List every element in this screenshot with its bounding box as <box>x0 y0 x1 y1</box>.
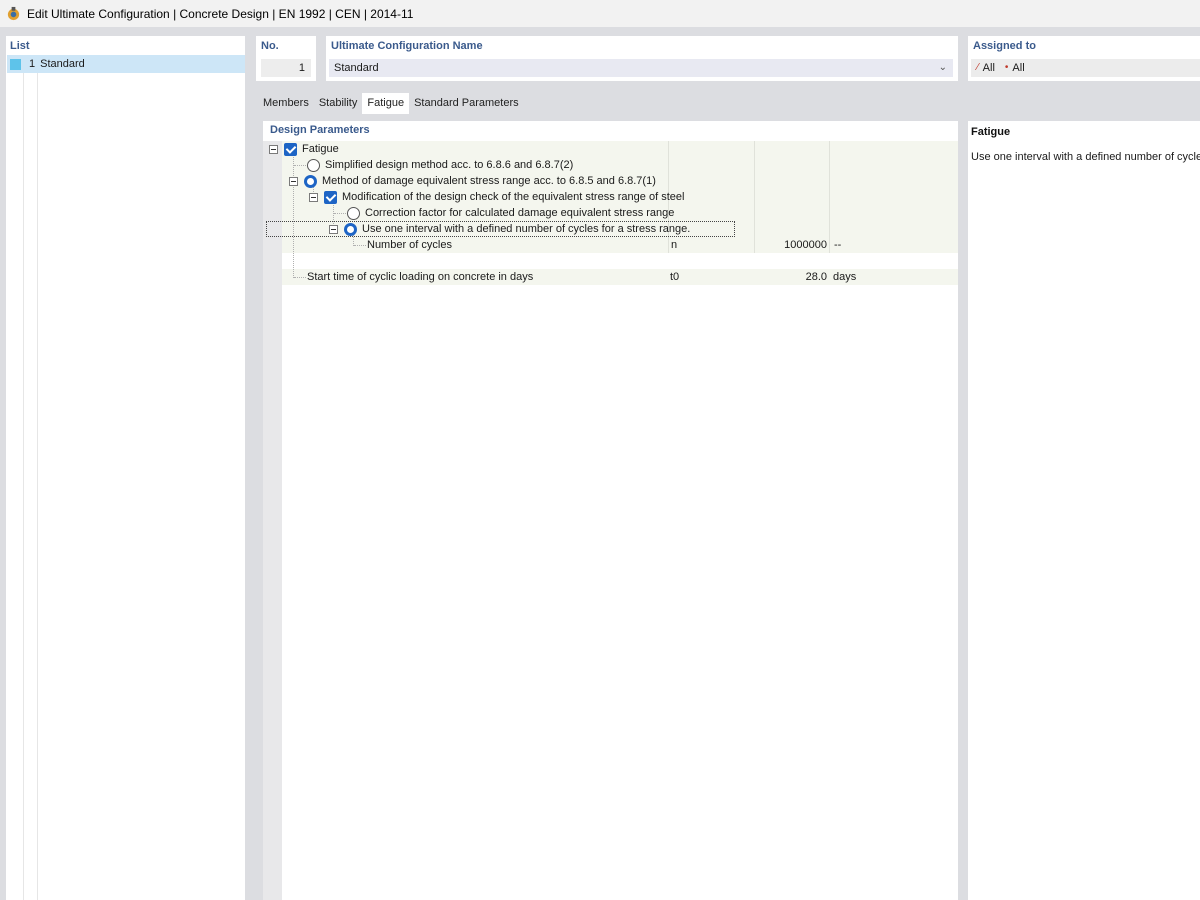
assigned-header: Assigned to <box>973 40 1036 52</box>
name-panel: Ultimate Configuration Name Standard ⌄ <box>326 36 958 81</box>
start-time-label: Start time of cyclic loading on concrete… <box>307 271 534 283</box>
modification-label: Modification of the design check of the … <box>342 191 685 203</box>
start-time-value[interactable]: 28.0 <box>754 269 829 285</box>
assigned-nodes: All <box>1012 62 1025 74</box>
collapse-icon[interactable] <box>269 144 278 154</box>
fatigue-node[interactable]: Fatigue <box>269 141 339 157</box>
cycles-label: Number of cycles <box>367 239 452 251</box>
list-header: List <box>10 40 30 52</box>
app-logo-icon <box>7 6 20 21</box>
tree-line <box>334 213 346 214</box>
simplified-method-option[interactable]: Simplified design method acc. to 6.8.6 a… <box>307 157 573 173</box>
start-time-symbol: t0 <box>670 271 680 283</box>
correction-factor-radio[interactable] <box>347 206 360 220</box>
table-row <box>282 141 958 157</box>
row-header-strip <box>263 141 282 900</box>
table-row <box>282 253 958 269</box>
collapse-icon[interactable] <box>289 176 298 186</box>
assigned-members: All <box>982 62 995 74</box>
window-title: Edit Ultimate Configuration | Concrete D… <box>27 6 414 21</box>
list-panel: List 1 Standard <box>6 36 245 900</box>
tab-stability[interactable]: Stability <box>314 93 363 114</box>
chevron-down-icon[interactable]: ⌄ <box>939 59 947 77</box>
damage-equivalent-option[interactable]: Method of damage equivalent stress range… <box>289 173 656 189</box>
list-divider <box>23 73 24 900</box>
correction-factor-label: Correction factor for calculated damage … <box>365 207 675 219</box>
focus-indicator <box>266 221 735 237</box>
assigned-field[interactable]: ⁄ All • All <box>971 59 1200 77</box>
start-time-unit: days <box>833 271 857 283</box>
number-field: 1 <box>261 59 311 77</box>
simplified-method-radio[interactable] <box>307 158 320 172</box>
collapse-icon[interactable] <box>309 192 318 202</box>
node-icon: • <box>1004 62 1009 73</box>
tab-bar: Members Stability Fatigue Standard Param… <box>258 93 524 114</box>
member-icon: ⁄ <box>977 62 979 73</box>
number-header: No. <box>261 40 279 52</box>
configuration-name-select[interactable]: Standard ⌄ <box>329 59 953 77</box>
cycles-unit: -- <box>829 237 958 253</box>
tree-line <box>354 245 366 246</box>
list-item[interactable]: 1 Standard <box>7 55 245 73</box>
list-item-name: Standard <box>40 58 85 70</box>
design-parameters-panel: Design Parameters n 1000000 -- t0 28.0 d… <box>263 121 958 900</box>
cycles-label-item: Number of cycles <box>367 237 452 253</box>
tree-line <box>294 165 306 166</box>
start-time-label-item: Start time of cyclic loading on concrete… <box>307 269 533 285</box>
design-parameters-header: Design Parameters <box>270 124 370 136</box>
name-header: Ultimate Configuration Name <box>331 40 483 52</box>
tab-members[interactable]: Members <box>258 93 314 114</box>
fatigue-checkbox[interactable] <box>284 142 297 156</box>
fatigue-label: Fatigue <box>302 143 339 155</box>
cycles-value[interactable]: 1000000 <box>754 237 829 253</box>
damage-equivalent-label: Method of damage equivalent stress range… <box>322 175 656 187</box>
modification-node[interactable]: Modification of the design check of the … <box>309 189 684 205</box>
help-panel: Fatigue Use one interval with a defined … <box>968 121 1200 900</box>
simplified-method-label: Simplified design method acc. to 6.8.6 a… <box>325 159 574 171</box>
list-divider <box>37 73 38 900</box>
cycles-symbol: n <box>668 237 754 253</box>
number-panel: No. 1 <box>256 36 316 81</box>
help-text: Use one interval with a defined number o… <box>971 151 1200 163</box>
tree-line <box>294 277 306 278</box>
title-bar: Edit Ultimate Configuration | Concrete D… <box>0 0 1200 27</box>
list-item-number: 1 <box>29 58 36 70</box>
color-swatch <box>10 58 21 70</box>
help-title: Fatigue <box>971 126 1011 138</box>
damage-equivalent-radio[interactable] <box>304 174 317 188</box>
correction-factor-option[interactable]: Correction factor for calculated damage … <box>347 205 674 221</box>
tab-fatigue[interactable]: Fatigue <box>362 93 410 114</box>
modification-checkbox[interactable] <box>324 190 337 204</box>
tab-standard-parameters[interactable]: Standard Parameters <box>409 93 524 114</box>
assigned-panel: Assigned to ⁄ All • All <box>968 36 1200 81</box>
configuration-name-value: Standard <box>334 62 379 74</box>
